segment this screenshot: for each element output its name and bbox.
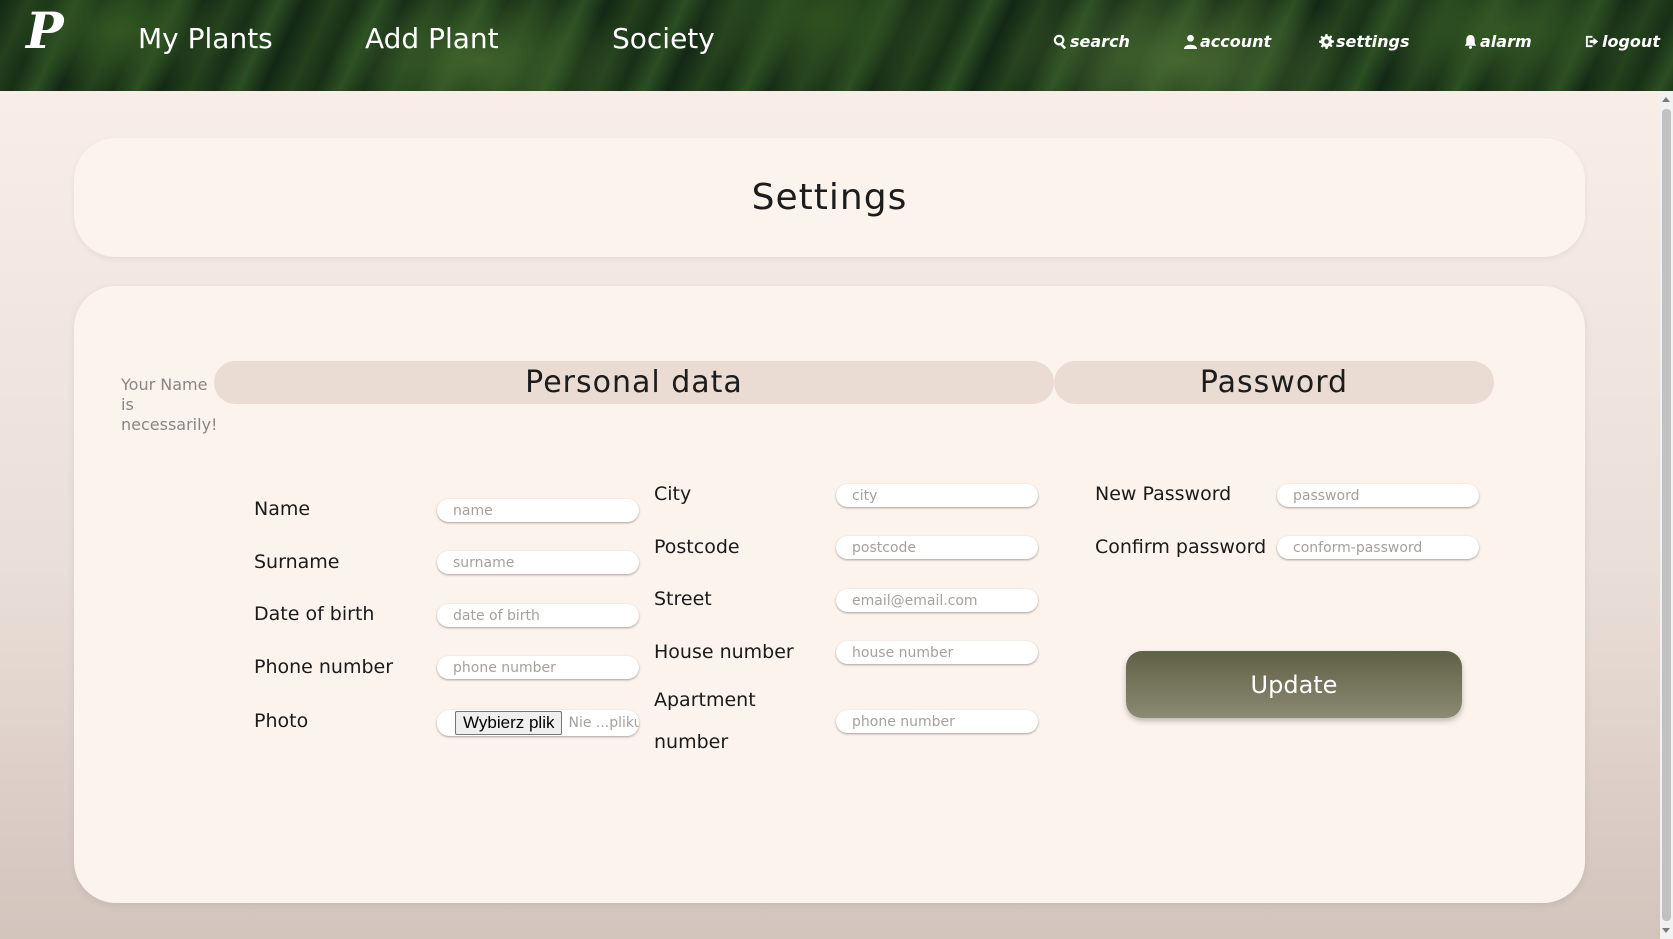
choose-file-button[interactable]: Wybierz plik [455, 711, 563, 735]
city-input[interactable] [836, 484, 1038, 507]
confirm-password-input[interactable] [1277, 536, 1479, 559]
house-number-label: House number [654, 641, 794, 663]
top-navbar: P My Plants Add Plant Society search acc… [0, 0, 1673, 91]
surname-input[interactable] [437, 551, 639, 574]
logout-link[interactable]: logout [1585, 32, 1660, 51]
logout-label: logout [1602, 32, 1660, 51]
scroll-up-arrow[interactable] [1662, 97, 1670, 102]
settings-label: settings [1336, 32, 1410, 51]
search-label: search [1070, 32, 1130, 51]
street-input[interactable] [836, 589, 1038, 612]
scroll-down-arrow[interactable] [1662, 928, 1670, 933]
dob-input[interactable] [437, 604, 639, 627]
phone-input[interactable] [437, 656, 639, 679]
name-required-hint: Your Name is necessarily! [121, 375, 218, 434]
user-icon [1183, 34, 1198, 49]
scroll-thumb[interactable] [1662, 109, 1671, 921]
title-card: Settings [74, 138, 1585, 257]
nav-add-plant[interactable]: Add Plant [365, 22, 499, 55]
account-label: account [1200, 32, 1272, 51]
page-title: Settings [751, 177, 908, 218]
password-header: Password [1054, 361, 1494, 404]
new-password-input[interactable] [1277, 484, 1479, 507]
nav-my-plants[interactable]: My Plants [138, 22, 273, 55]
search-icon [1053, 34, 1067, 49]
postcode-label: Postcode [654, 536, 740, 558]
photo-file-input[interactable]: Wybierz plik Nie ...pliku [437, 710, 639, 736]
settings-link[interactable]: settings [1319, 32, 1410, 51]
surname-label: Surname [254, 551, 340, 573]
logout-icon [1585, 35, 1599, 48]
alarm-link[interactable]: alarm [1463, 32, 1532, 51]
update-button[interactable]: Update [1126, 651, 1462, 718]
personal-data-header: Personal data [214, 361, 1054, 404]
name-label: Name [254, 498, 311, 520]
gear-icon [1319, 34, 1334, 49]
bell-icon [1464, 34, 1477, 49]
dob-label: Date of birth [254, 603, 375, 625]
account-link[interactable]: account [1183, 32, 1271, 51]
confirm-password-label: Confirm password [1095, 536, 1267, 558]
app-logo[interactable]: P [26, 6, 64, 56]
postcode-input[interactable] [836, 536, 1038, 559]
house-number-input[interactable] [836, 641, 1038, 664]
phone-label: Phone number [254, 656, 394, 678]
search-link[interactable]: search [1053, 32, 1130, 51]
nav-society[interactable]: Society [612, 22, 715, 55]
apartment-number-label: Apartment number [654, 689, 756, 753]
no-file-text: Nie ...pliku [568, 715, 639, 731]
apartment-number-input[interactable] [836, 710, 1038, 733]
street-label: Street [654, 588, 712, 610]
name-input[interactable] [437, 499, 639, 522]
page-scrollbar[interactable] [1660, 91, 1673, 939]
city-label: City [654, 483, 692, 505]
alarm-label: alarm [1480, 32, 1532, 51]
photo-label: Photo [254, 710, 309, 732]
new-password-label: New Password [1095, 483, 1232, 505]
